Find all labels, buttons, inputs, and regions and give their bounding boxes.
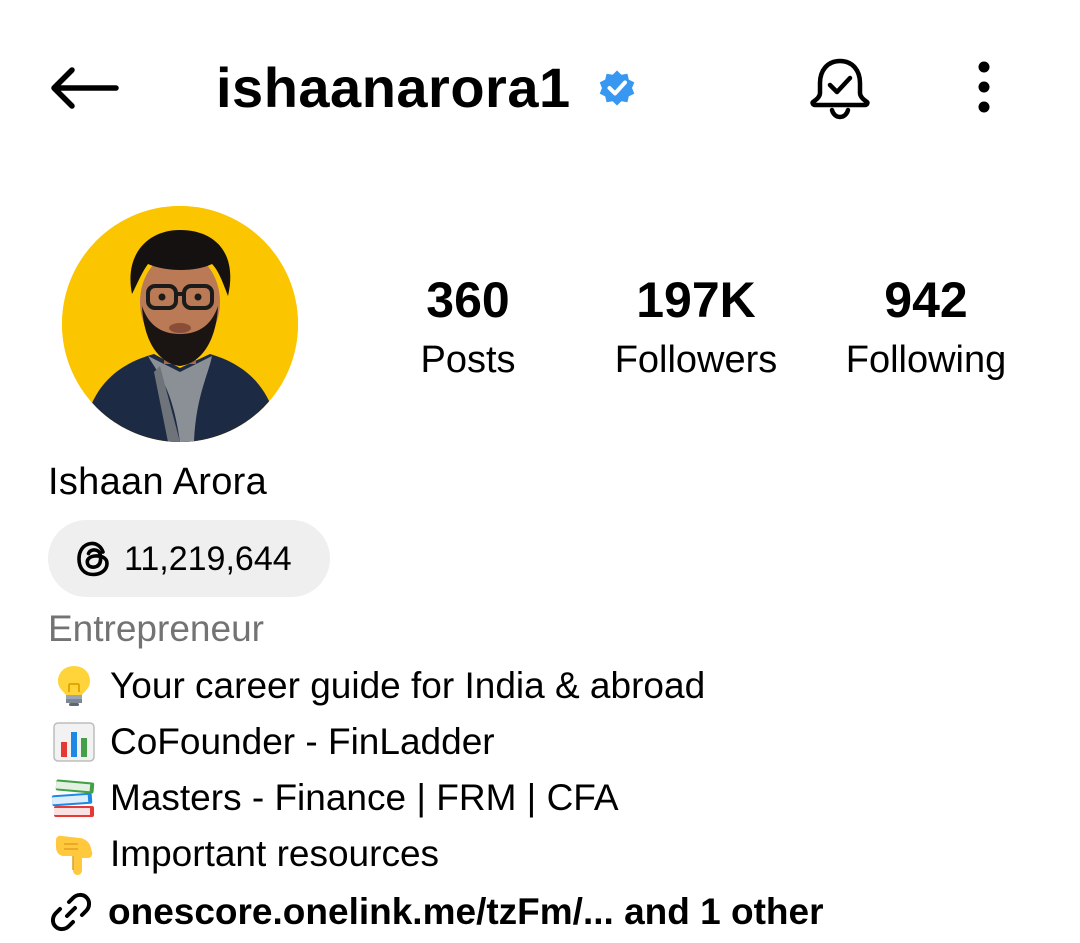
back-arrow-icon [51,67,119,109]
more-options-button[interactable] [958,52,1010,122]
bio-text: CoFounder - FinLadder [110,721,495,762]
verified-badge-icon [597,68,637,108]
display-name: Ishaan Arora [48,461,268,503]
bar-chart-emoji [48,720,100,764]
bio-line: CoFounder - FinLadder [48,714,495,770]
profile-username-header: ishaanarora1 [216,48,637,128]
followers-count: 197K [636,272,756,328]
followers-label: Followers [614,339,778,381]
following-stat[interactable]: 942 Following [828,270,1024,386]
more-vertical-icon [978,61,990,113]
following-count: 942 [884,272,968,328]
pointing-down-emoji [48,832,100,876]
bio-line: Important resources [48,826,439,882]
bio-line: Your career guide for India & abroad [48,658,705,714]
followers-stat[interactable]: 197K Followers [596,270,796,386]
threads-badge[interactable]: 11,219,644 [48,520,330,597]
threads-icon [74,539,114,579]
bio-line: Masters - Finance | FRM | CFA [48,770,619,826]
link-text: onescore.onelink.me/tzFm/... and 1 other [108,891,824,932]
lightbulb-emoji [48,664,100,708]
posts-stat[interactable]: 360 Posts [388,270,548,386]
profile-photo [62,206,298,442]
bio-text: Your career guide for India & abroad [110,665,706,706]
profile-category: Entrepreneur [48,608,264,649]
username: ishaanarora1 [216,56,571,119]
posts-count: 360 [426,272,510,328]
bio-text: Masters - Finance | FRM | CFA [110,777,619,818]
bell-check-icon [810,58,870,120]
threads-follower-count: 11,219,644 [124,539,292,578]
posts-label: Posts [420,339,516,381]
profile-avatar[interactable] [62,206,298,442]
top-bar: ishaanarora1 [0,0,1080,175]
following-label: Following [845,339,1007,381]
notifications-button[interactable] [802,50,878,126]
link-icon [48,889,94,935]
bio-text: Important resources [110,833,440,874]
profile-link[interactable]: onescore.onelink.me/tzFm/... and 1 other [48,884,823,940]
back-button[interactable] [44,58,124,118]
books-emoji [48,776,100,820]
